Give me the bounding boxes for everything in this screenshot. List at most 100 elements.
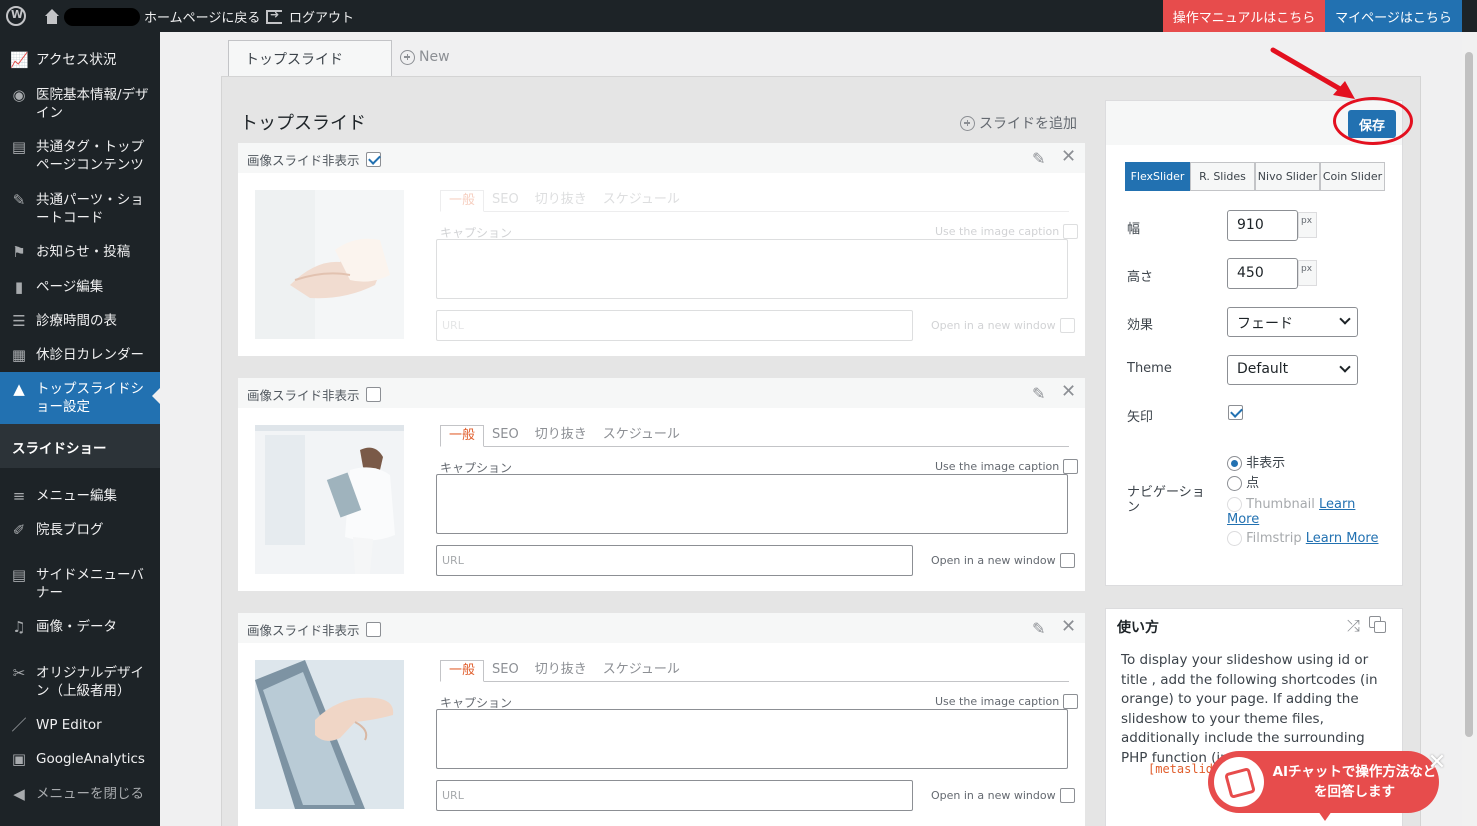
hide-slide-toggle[interactable]: 画像スライド非表示	[247, 150, 381, 169]
manual-button[interactable]: 操作マニュアルはこちら	[1163, 0, 1325, 32]
nav-radio-filmstrip	[1227, 531, 1242, 546]
new-window-checkbox[interactable]	[1059, 553, 1075, 568]
pencil-icon[interactable]: ✎	[1032, 384, 1045, 403]
home-link[interactable]: ホームページに戻る	[44, 7, 260, 26]
sidebar-item-label: 共通パーツ・ショートコード	[36, 192, 144, 226]
new-window-checkbox[interactable]	[1059, 788, 1075, 803]
sidebar-collapse-menu[interactable]: ◀ メニューを閉じる	[0, 785, 160, 803]
pencil-icon[interactable]: ✎	[1032, 149, 1045, 168]
new-window-checkbox[interactable]	[1059, 318, 1075, 333]
sidebar-item-news[interactable]: ⚑ お知らせ・投稿	[0, 243, 160, 261]
use-caption-checkbox[interactable]	[1063, 459, 1079, 474]
page-scrollbar[interactable]	[1462, 32, 1477, 826]
sidebar-item-label: 画像・データ	[36, 619, 117, 635]
subtab-seo[interactable]: SEO	[484, 660, 527, 682]
url-input[interactable]: URL	[436, 310, 913, 341]
close-icon[interactable]: ✕	[1061, 616, 1076, 637]
subtab-schedule[interactable]: スケジュール	[595, 660, 688, 682]
nav-radio-dots[interactable]	[1227, 476, 1242, 491]
slide-thumbnail[interactable]	[238, 408, 420, 591]
submenu-item-slideshow[interactable]: スライドショー	[12, 437, 107, 457]
caption-textarea[interactable]	[436, 474, 1068, 534]
logout-link[interactable]: ログアウト	[266, 7, 354, 26]
close-icon[interactable]: ✕	[1426, 752, 1448, 774]
caption-textarea[interactable]	[436, 239, 1068, 299]
subtab-crop[interactable]: 切り抜き	[527, 660, 595, 682]
sidebar-item-common-tags[interactable]: ▤ 共通タグ・トップページコンテンツ	[0, 138, 160, 174]
subtab-general[interactable]: 一般	[440, 425, 485, 447]
theme-select[interactable]: Default	[1227, 355, 1358, 385]
slider-tab-rslides[interactable]: R. Slides	[1190, 162, 1255, 191]
add-slide-button[interactable]: スライドを追加	[960, 113, 1077, 133]
sidebar-item-hours-table[interactable]: ☰ 診療時間の表	[0, 312, 160, 330]
url-input[interactable]: URL	[436, 545, 913, 576]
subtab-general[interactable]: 一般	[440, 190, 485, 212]
slide-thumbnail[interactable]	[238, 643, 420, 826]
open-new-window[interactable]: Open in a new window	[931, 553, 1075, 568]
sidebar-item-original-design[interactable]: ✂ オリジナルデザイン（上級者用）	[0, 664, 160, 700]
hide-slide-toggle[interactable]: 画像スライド非表示	[247, 385, 381, 404]
hide-slide-checkbox[interactable]	[365, 387, 381, 402]
sidebar-item-blog[interactable]: ✐ 院長ブログ	[0, 521, 160, 539]
slide-card-1: 画像スライド非表示 ✎ ✕ 一般 SEO 切り抜き スケジュール キャプション …	[238, 143, 1085, 356]
pencil-icon[interactable]: ✎	[1032, 619, 1045, 638]
house-icon	[44, 8, 60, 25]
use-caption-checkbox[interactable]	[1063, 694, 1079, 709]
use-image-caption[interactable]: Use the image caption	[935, 694, 1079, 709]
subtab-general[interactable]: 一般	[440, 660, 485, 682]
new-slideshow-tab[interactable]: New	[400, 49, 450, 65]
tab-top-slide[interactable]: トップスライド	[228, 40, 392, 77]
admin-sidebar: 📈 アクセス状況 ◉ 医院基本情報/デザイン ▤ 共通タグ・トップページコンテン…	[0, 32, 160, 826]
slider-tab-nivo[interactable]: Nivo Slider	[1255, 162, 1320, 191]
scrollbar-thumb[interactable]	[1465, 52, 1473, 737]
close-icon[interactable]: ✕	[1061, 146, 1076, 167]
subtab-crop[interactable]: 切り抜き	[527, 190, 595, 212]
caption-textarea[interactable]	[436, 709, 1068, 769]
arrows-checkbox[interactable]	[1228, 405, 1243, 420]
subtab-schedule[interactable]: スケジュール	[595, 425, 688, 447]
slider-tab-coin[interactable]: Coin Slider	[1320, 162, 1385, 191]
sidebar-item-wp-editor[interactable]: ／ WP Editor	[0, 716, 160, 734]
sidebar-item-media[interactable]: ♫ 画像・データ	[0, 618, 160, 636]
slider-tab-flexslider[interactable]: FlexSlider	[1125, 162, 1190, 191]
sidebar-item-clinic-info[interactable]: ◉ 医院基本情報/デザイン	[0, 86, 160, 122]
calendar-icon: ▦	[11, 346, 27, 364]
use-caption-checkbox[interactable]	[1063, 224, 1079, 239]
width-input[interactable]: 910	[1227, 210, 1298, 241]
slideshow-title: トップスライド	[240, 113, 366, 134]
shuffle-icon[interactable]: ⤮	[1347, 616, 1360, 636]
sidebar-item-slideshow[interactable]: ▲ トップスライドショー設定	[0, 372, 160, 424]
ai-chat-button[interactable]: AIチャットで操作方法などを回答します	[1208, 751, 1439, 821]
sidebar-item-side-banner[interactable]: ▤ サイドメニューバナー	[0, 566, 160, 602]
sidebar-item-common-parts[interactable]: ✎ 共通パーツ・ショートコード	[0, 191, 160, 227]
height-input[interactable]: 450	[1227, 258, 1298, 289]
url-input[interactable]: URL	[436, 780, 913, 811]
hide-slide-toggle[interactable]: 画像スライド非表示	[247, 620, 381, 639]
nav-option-dots[interactable]: 点	[1227, 474, 1387, 494]
sidebar-item-google-analytics[interactable]: ▣ GoogleAnalytics	[0, 750, 160, 768]
sidebar-item-access[interactable]: 📈 アクセス状況	[0, 51, 160, 69]
learn-more-link-filmstrip[interactable]: Learn More	[1306, 531, 1379, 546]
nav-radio-hidden[interactable]	[1227, 456, 1242, 471]
effect-select[interactable]: フェード	[1227, 307, 1358, 337]
sidebar-item-calendar[interactable]: ▦ 休診日カレンダー	[0, 346, 160, 364]
use-image-caption[interactable]: Use the image caption	[935, 224, 1079, 239]
nav-option-hidden[interactable]: 非表示	[1227, 454, 1387, 474]
subtab-schedule[interactable]: スケジュール	[595, 190, 688, 212]
redacted-site-name	[64, 7, 140, 26]
hide-slide-checkbox[interactable]	[365, 152, 381, 167]
slide-thumbnail[interactable]	[238, 173, 420, 356]
use-image-caption[interactable]: Use the image caption	[935, 459, 1079, 474]
open-new-window[interactable]: Open in a new window	[931, 788, 1075, 803]
sidebar-item-menu-edit[interactable]: ≡ メニュー編集	[0, 487, 160, 505]
close-icon[interactable]: ✕	[1061, 381, 1076, 402]
subtab-crop[interactable]: 切り抜き	[527, 425, 595, 447]
copy-icon[interactable]	[1369, 616, 1386, 633]
mypage-button[interactable]: マイページはこちら	[1325, 0, 1462, 32]
wordpress-logo-icon[interactable]	[6, 6, 26, 26]
subtab-seo[interactable]: SEO	[484, 190, 527, 212]
hide-slide-checkbox[interactable]	[365, 622, 381, 637]
sidebar-item-page-edit[interactable]: ▮ ページ編集	[0, 278, 160, 296]
open-new-window[interactable]: Open in a new window	[931, 318, 1075, 333]
subtab-seo[interactable]: SEO	[484, 425, 527, 447]
